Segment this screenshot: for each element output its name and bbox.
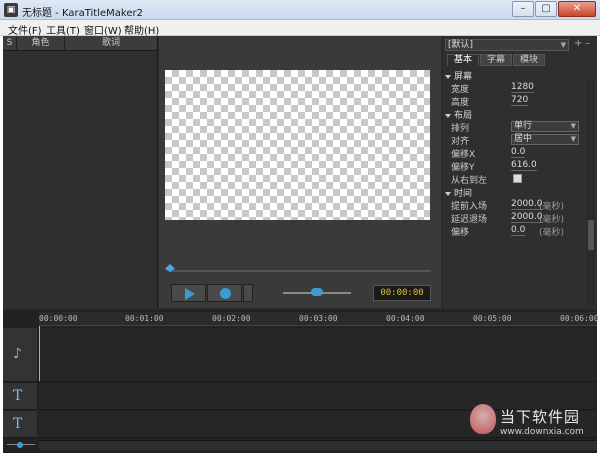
watermark-name: 当下软件园 — [500, 408, 581, 426]
preview-canvas[interactable] — [165, 70, 430, 220]
section-layout[interactable]: 布局 — [445, 108, 472, 121]
collapse-icon — [445, 191, 451, 196]
stop-button[interactable] — [243, 284, 253, 302]
row-lead-out: 延迟退场 2000.0 (毫秒) — [451, 212, 565, 225]
width-input[interactable]: 1280 — [511, 82, 534, 93]
window-title: 无标题 - KaraTitleMaker2 — [22, 8, 143, 19]
watermark-url: www.downxia.com — [500, 427, 584, 437]
record-button[interactable] — [207, 284, 242, 302]
film-icon: ▣ — [4, 3, 18, 17]
menu-window[interactable]: 窗口(W) — [84, 22, 122, 37]
play-icon — [185, 288, 195, 300]
scroll-thumb[interactable] — [588, 220, 594, 250]
ruler-label: 00:05:00 — [473, 314, 512, 323]
offset-y-input[interactable]: 616.0 — [511, 160, 537, 171]
play-button[interactable] — [171, 284, 206, 302]
collapse-icon — [445, 113, 451, 118]
preset-value: [默认] — [448, 40, 474, 50]
close-button[interactable]: ✕ — [558, 1, 596, 17]
track-header-text-2[interactable]: T — [3, 411, 37, 438]
music-note-icon: ♪ — [13, 346, 22, 362]
minimize-button[interactable]: – — [512, 1, 534, 17]
property-tabs: 基本 字幕 模块 — [447, 54, 546, 66]
record-icon — [220, 288, 231, 299]
time-display: 00:00:00 — [373, 285, 431, 301]
maximize-button[interactable]: ▢ — [535, 1, 557, 17]
preset-select[interactable]: [默认] ▼ — [445, 39, 569, 51]
row-width: 宽度 1280 — [451, 82, 534, 95]
row-height: 高度 720 — [451, 95, 529, 108]
properties-panel: [默认] ▼ + – 基本 字幕 模块 屏幕 宽度 1280 高度 720 布局… — [443, 36, 597, 308]
text-track-icon: T — [13, 388, 23, 404]
text-track-icon: T — [13, 416, 23, 432]
menu-help[interactable]: 帮助(H) — [124, 22, 159, 37]
section-screen[interactable]: 屏幕 — [445, 69, 472, 82]
playhead[interactable] — [39, 326, 40, 381]
watermark: 当下软件园 www.downxia.com — [470, 402, 598, 452]
zoom-handle[interactable] — [17, 442, 23, 448]
row-rtl: 从右到左 — [447, 173, 583, 186]
lyrics-panel[interactable]: S 角色 歌词 — [3, 36, 158, 308]
watermark-logo-icon — [470, 404, 496, 434]
add-icon[interactable]: + — [574, 38, 582, 49]
tab-basic[interactable]: 基本 — [447, 54, 480, 66]
ruler-label: 00:04:00 — [386, 314, 425, 323]
section-time[interactable]: 时间 — [445, 186, 472, 199]
height-input[interactable]: 720 — [511, 95, 529, 106]
lyrics-table-header: S 角色 歌词 — [3, 36, 157, 51]
chevron-down-icon: ▼ — [570, 122, 576, 130]
lead-in-input[interactable]: 2000.0 — [511, 199, 543, 210]
main-workspace: S 角色 歌词 00:00:00 [默认] ▼ + – 基本 字幕 模块 屏幕 — [3, 36, 599, 453]
column-s[interactable]: S — [3, 36, 17, 50]
remove-icon[interactable]: – — [585, 38, 590, 49]
menu-tools[interactable]: 工具(T) — [46, 22, 80, 37]
menu-file[interactable]: 文件(F) — [8, 22, 42, 37]
transport-controls — [171, 284, 254, 302]
row-offset-x: 偏移X 0.0 — [451, 147, 526, 160]
chevron-down-icon: ▼ — [570, 135, 576, 143]
row-align: 对齐 居中 ▼ — [447, 134, 583, 147]
row-arrange: 排列 单行 ▼ — [447, 121, 583, 134]
preview-area: 00:00:00 — [159, 36, 441, 308]
ruler-label: 00:00:00 — [39, 314, 78, 323]
ruler-label: 00:02:00 — [212, 314, 251, 323]
volume-slider-handle[interactable] — [311, 288, 323, 296]
track-lane-music[interactable] — [39, 328, 597, 382]
ruler-label: 00:03:00 — [299, 314, 338, 323]
column-lyric[interactable]: 歌词 — [65, 36, 157, 50]
tab-module[interactable]: 模块 — [513, 54, 546, 66]
row-time-offset: 偏移 0.0 (毫秒) — [451, 225, 565, 238]
timeline-zoom-slider[interactable] — [7, 442, 35, 448]
ruler-label: 00:01:00 — [125, 314, 164, 323]
lead-out-input[interactable]: 2000.0 — [511, 212, 543, 223]
row-lead-in: 提前入场 2000.0 (毫秒) — [451, 199, 565, 212]
menu-bar: 文件(F) 工具(T) 窗口(W) 帮助(H) — [0, 20, 600, 37]
ruler-label: 00:06:00 — [560, 314, 599, 323]
properties-scrollbar[interactable] — [587, 80, 595, 305]
row-offset-y: 偏移Y 616.0 — [451, 160, 537, 173]
time-offset-input[interactable]: 0.0 — [511, 225, 526, 236]
seek-bar[interactable] — [169, 270, 431, 272]
arrange-select[interactable]: 单行 ▼ — [511, 121, 579, 132]
column-role[interactable]: 角色 — [17, 36, 65, 50]
window-controls: – ▢ ✕ — [511, 1, 596, 17]
track-header-text-1[interactable]: T — [3, 383, 37, 410]
title-bar: ▣ 无标题 - KaraTitleMaker2 – ▢ ✕ — [0, 0, 600, 20]
chevron-down-icon: ▼ — [560, 41, 566, 49]
align-select[interactable]: 居中 ▼ — [511, 134, 579, 145]
timeline-ruler[interactable]: 00:00:00 00:01:00 00:02:00 00:03:00 00:0… — [39, 312, 599, 326]
rtl-checkbox[interactable] — [513, 174, 522, 183]
track-header-music[interactable]: ♪ — [3, 328, 37, 382]
collapse-icon — [445, 74, 451, 79]
offset-x-input[interactable]: 0.0 — [511, 147, 526, 158]
tab-subtitle[interactable]: 字幕 — [480, 54, 513, 66]
